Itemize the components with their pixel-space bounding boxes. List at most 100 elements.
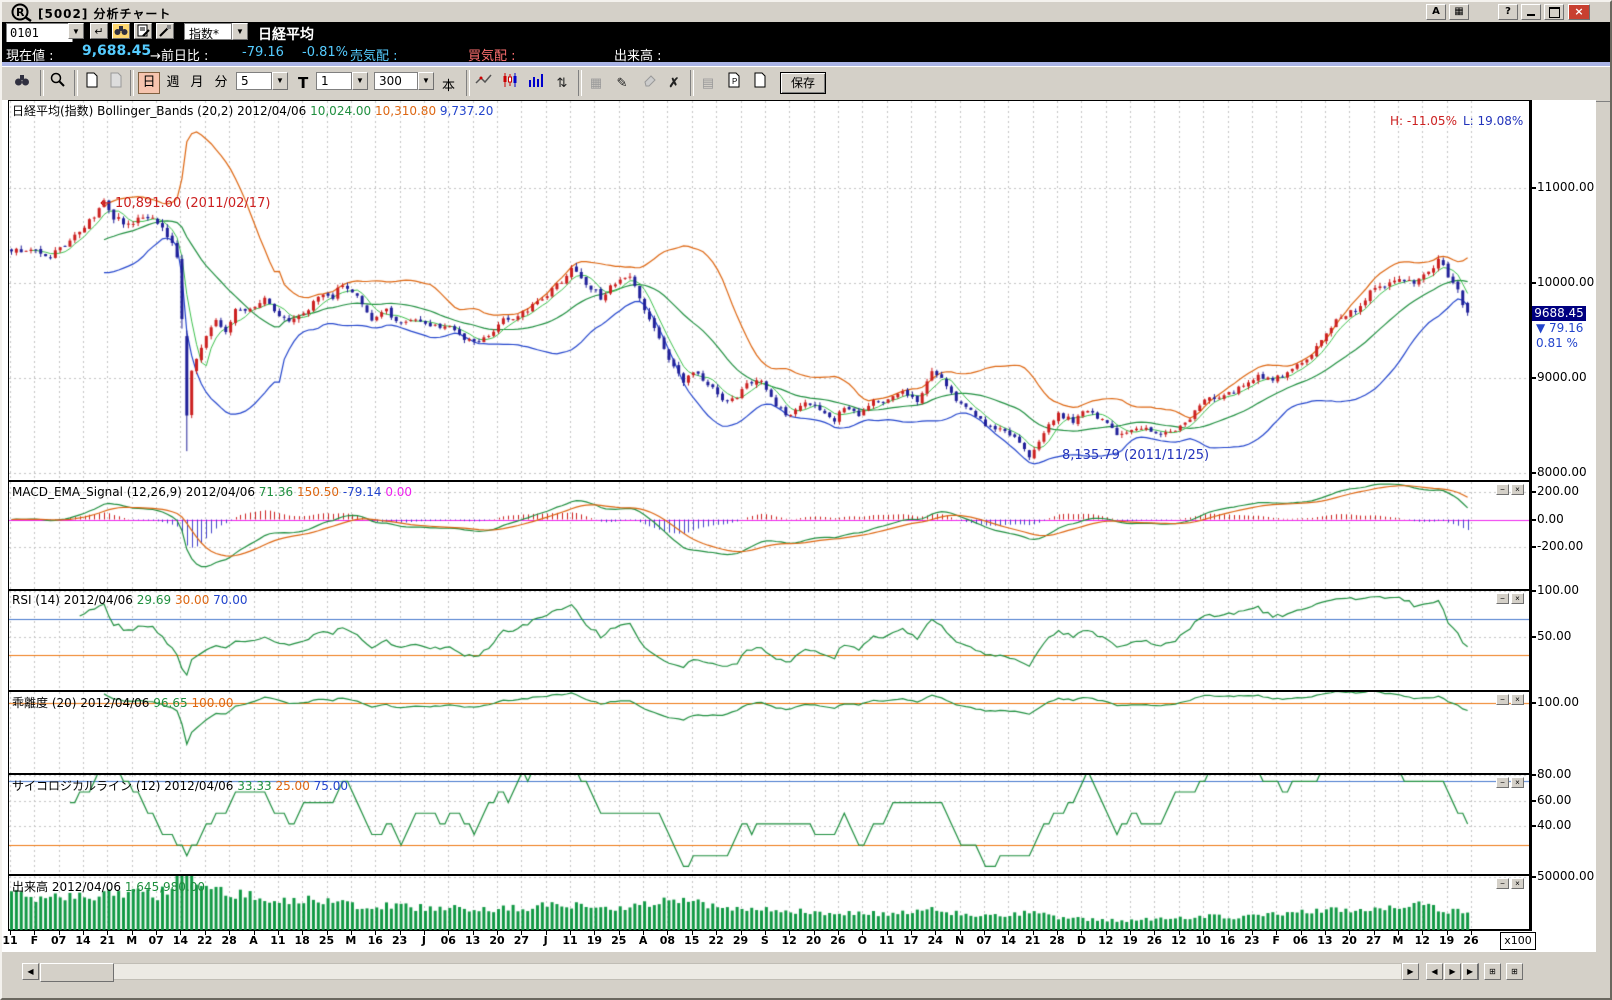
a-button[interactable]: A: [1426, 4, 1446, 20]
x-axis-label: 20: [805, 934, 822, 947]
period-minute-button[interactable]: 分: [210, 72, 232, 94]
x-axis-tick: [180, 931, 182, 935]
eraser-button[interactable]: [636, 71, 660, 95]
x-axis-label: 07: [51, 934, 67, 947]
scroll-right-button[interactable]: ▶: [1402, 963, 1419, 980]
panel-minimize-button[interactable]: −: [1496, 777, 1509, 788]
panel-close-button[interactable]: ×: [1511, 593, 1524, 604]
tick-count-dropdown[interactable]: ▼: [352, 72, 368, 90]
magnifier-icon: [50, 72, 65, 87]
maximize-button[interactable]: [1544, 4, 1564, 20]
y-axis-label: 50.00: [1537, 629, 1572, 643]
x-axis-tick: [594, 931, 596, 935]
x-axis-label: 22: [197, 934, 213, 947]
page-export-button[interactable]: [748, 71, 772, 95]
draw-pencil-button[interactable]: ✎: [610, 71, 634, 95]
symbol-dropdown-button[interactable]: ▼: [68, 23, 84, 39]
compare-button[interactable]: [10, 71, 34, 95]
high-annotation-text: 10,891.60 (2011/02/17): [115, 196, 271, 211]
panel-minimize-button[interactable]: −: [1496, 878, 1509, 889]
panel-minimize-button[interactable]: −: [1496, 694, 1509, 705]
volume-chart-canvas[interactable]: [9, 876, 1529, 930]
price-chart-canvas[interactable]: [9, 101, 1529, 480]
bar-count-dropdown[interactable]: ▼: [418, 72, 434, 90]
panel-close-button[interactable]: ×: [1511, 484, 1524, 495]
toolbar-separator: [466, 70, 470, 96]
x-axis-label: N: [955, 934, 965, 947]
print-button[interactable]: ▤: [696, 71, 720, 95]
x-axis-tick: [1105, 931, 1107, 935]
window-title: [5002] 分析チャート: [38, 7, 172, 21]
period-daily-button[interactable]: 日: [138, 72, 160, 94]
x-axis-tick: [10, 931, 11, 935]
market-type-select[interactable]: 指数*: [184, 23, 232, 41]
symbol-code-input[interactable]: [6, 23, 73, 43]
layout-grid-button-2[interactable]: ⊞: [1506, 963, 1523, 980]
x-axis-label: O: [857, 934, 867, 947]
close-button[interactable]: ×: [1568, 4, 1590, 20]
layout-grid-button[interactable]: ⊞: [1484, 963, 1501, 980]
scrollbar-track[interactable]: [39, 963, 1402, 980]
panel-minimize-button[interactable]: −: [1496, 484, 1509, 495]
panel-layout-button[interactable]: ▦: [1449, 4, 1469, 20]
candle-chart-button[interactable]: [498, 71, 522, 95]
indicator-date: 2012/04/06: [237, 104, 307, 118]
delete-drawings-button[interactable]: ✗: [662, 71, 686, 95]
x-axis-tick: [789, 931, 791, 935]
x-axis-tick: [1251, 931, 1253, 935]
page-right-button[interactable]: ▶: [1444, 963, 1461, 980]
period-monthly-button[interactable]: 月: [186, 72, 208, 94]
x-axis-tick: [984, 931, 985, 935]
bar-count-select[interactable]: 300: [374, 72, 418, 90]
market-type-dropdown-button[interactable]: ▼: [232, 23, 248, 40]
tick-count-select[interactable]: 1: [316, 72, 352, 90]
line-chart-button[interactable]: [472, 71, 496, 95]
x-axis-label: 21: [99, 934, 116, 947]
x-axis-tick: [448, 931, 450, 935]
x-axis-tick: [229, 931, 231, 935]
toolbar-separator: [578, 70, 582, 96]
kairi-chart-canvas[interactable]: [9, 692, 1529, 773]
minimize-button[interactable]: [1521, 4, 1541, 20]
page-setting-button[interactable]: P: [722, 71, 746, 95]
panel-close-button[interactable]: ×: [1511, 878, 1524, 889]
toolbar-separator: [74, 70, 78, 96]
scrollbar-thumb[interactable]: [40, 963, 114, 982]
zoom-button[interactable]: [46, 71, 70, 95]
y-axis-tick: [1529, 876, 1536, 878]
bar-chart-button[interactable]: [524, 71, 548, 95]
clear-draw-button[interactable]: [156, 23, 174, 39]
psych-panel-header: サイコロジカルライン (12) 2012/04/06 33.33 25.00 7…: [12, 777, 348, 794]
save-button[interactable]: 保存: [780, 72, 826, 94]
minute-interval-select[interactable]: 5: [236, 72, 272, 90]
x-axis-tick: [1154, 931, 1156, 935]
current-price-tag: 9688.45: [1532, 306, 1586, 321]
x-axis-label: A: [638, 934, 648, 947]
enter-button[interactable]: ↵: [90, 23, 108, 39]
copy-page-button[interactable]: [104, 71, 128, 95]
binoculars-button[interactable]: [112, 23, 130, 39]
panel-close-button[interactable]: ×: [1511, 777, 1524, 788]
new-page-button[interactable]: [80, 71, 104, 95]
grid-settings-button[interactable]: ▦: [584, 71, 608, 95]
x-axis-label: 25: [611, 934, 627, 947]
y-axis-tick: [1529, 825, 1536, 827]
minute-interval-dropdown[interactable]: ▼: [272, 72, 288, 90]
updown-arrows-button[interactable]: ⇅: [550, 71, 574, 95]
x-axis-tick: [58, 931, 60, 935]
panel-minimize-button[interactable]: −: [1496, 593, 1509, 604]
x-axis-label: 12: [1098, 934, 1114, 947]
indicator-name: 出来高: [12, 880, 49, 894]
memo-icon: [137, 24, 150, 37]
x-axis-label: A: [249, 934, 258, 947]
help-button[interactable]: ?: [1498, 4, 1518, 20]
scroll-left-button[interactable]: ◀: [22, 963, 39, 980]
indicator-name: RSI (14): [12, 593, 60, 607]
x-axis-label: 15: [684, 934, 700, 947]
horizontal-scrollbar: ◀ ▶ ◀ ▶ ▶ ⊞ ⊞: [2, 962, 1610, 982]
panel-close-button[interactable]: ×: [1511, 694, 1524, 705]
memo-button[interactable]: [134, 23, 152, 39]
page-left-button[interactable]: ◀: [1426, 963, 1443, 980]
period-weekly-button[interactable]: 週: [162, 72, 184, 94]
jump-end-button[interactable]: ▶: [1462, 963, 1479, 980]
